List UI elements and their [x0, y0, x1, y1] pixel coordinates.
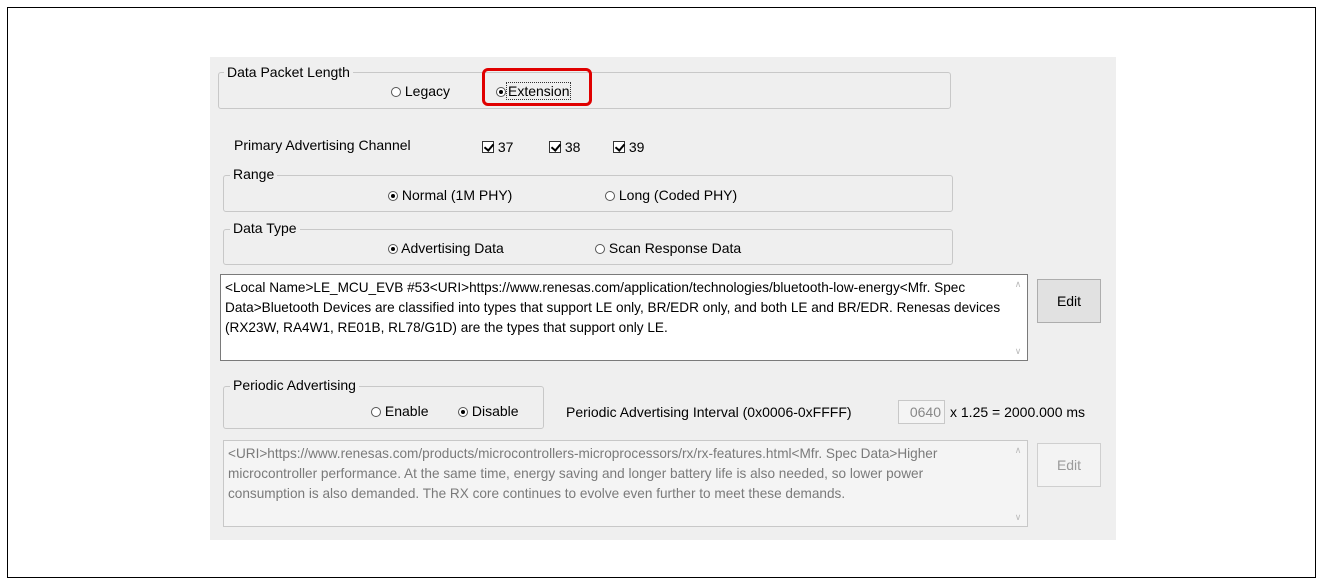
periodic-data-text: <URI>https://www.renesas.com/products/mi… — [228, 446, 938, 501]
scroll-up-icon[interactable]: ∧ — [1010, 278, 1026, 290]
scroll-down-icon[interactable]: ∨ — [1010, 345, 1026, 357]
radio-advertising-data-indicator[interactable] — [388, 244, 398, 254]
radio-enable-indicator[interactable] — [371, 407, 381, 417]
channel-38-check[interactable] — [549, 141, 561, 153]
channel-39-checkbox[interactable]: 39 — [613, 138, 644, 156]
periodic-advertising-legend: Periodic Advertising — [230, 377, 359, 393]
data-packet-length-legend: Data Packet Length — [224, 64, 353, 80]
radio-legacy[interactable]: Legacy — [391, 82, 450, 100]
advertising-data-textbox[interactable]: <Local Name>LE_MCU_EVB #53<URI>https://w… — [220, 274, 1028, 361]
data-type-group — [223, 229, 953, 265]
periodic-interval-result: x 1.25 = 2000.000 ms — [950, 404, 1086, 420]
range-legend: Range — [230, 166, 278, 182]
radio-normal-indicator[interactable] — [388, 191, 398, 201]
channel-37-check[interactable] — [482, 141, 494, 153]
scroll-up-icon[interactable]: ∧ — [1010, 444, 1026, 456]
advertising-data-text: <Local Name>LE_MCU_EVB #53<URI>https://w… — [225, 280, 1001, 335]
radio-scan-response-indicator[interactable] — [595, 244, 605, 254]
radio-long-indicator[interactable] — [605, 191, 615, 201]
radio-long-label: Long (Coded PHY) — [618, 187, 738, 203]
channel-38-checkbox[interactable]: 38 — [549, 138, 580, 156]
radio-advertising-data-label: Advertising Data — [401, 240, 504, 256]
primary-advertising-channel-label: Primary Advertising Channel — [234, 137, 411, 153]
range-group — [223, 175, 953, 212]
channel-38-label: 38 — [564, 139, 581, 155]
radio-scan-response-data[interactable]: Scan Response Data — [595, 239, 741, 257]
edit-button[interactable]: Edit — [1037, 279, 1101, 323]
radio-scan-response-label: Scan Response Data — [608, 240, 742, 256]
radio-long-coded-phy[interactable]: Long (Coded PHY) — [605, 186, 737, 204]
radio-disable-indicator[interactable] — [458, 407, 468, 417]
radio-legacy-indicator[interactable] — [391, 87, 401, 97]
radio-periodic-disable[interactable]: Disable — [458, 402, 519, 420]
radio-legacy-label: Legacy — [404, 83, 451, 99]
radio-periodic-enable[interactable]: Enable — [371, 402, 428, 420]
periodic-interval-input[interactable]: 0640 — [898, 400, 945, 424]
radio-disable-label: Disable — [471, 403, 519, 419]
channel-37-checkbox[interactable]: 37 — [482, 138, 513, 156]
channel-39-label: 39 — [628, 139, 645, 155]
radio-normal-1m-phy[interactable]: Normal (1M PHY) — [388, 186, 512, 204]
extension-highlight-box — [482, 68, 592, 106]
periodic-edit-button[interactable]: Edit — [1037, 443, 1101, 487]
periodic-data-textbox[interactable]: <URI>https://www.renesas.com/products/mi… — [223, 440, 1028, 527]
radio-advertising-data[interactable]: Advertising Data — [388, 239, 504, 257]
advertising-data-scrollbar[interactable]: ∧ ∨ — [1010, 276, 1026, 359]
channel-37-label: 37 — [497, 139, 514, 155]
data-type-legend: Data Type — [230, 220, 300, 236]
radio-enable-label: Enable — [384, 403, 429, 419]
scroll-down-icon[interactable]: ∨ — [1010, 511, 1026, 523]
periodic-interval-label: Periodic Advertising Interval (0x0006-0x… — [566, 404, 852, 420]
channel-39-check[interactable] — [613, 141, 625, 153]
periodic-data-scrollbar[interactable]: ∧ ∨ — [1010, 442, 1026, 525]
settings-panel: Data Packet Length Legacy Extension Prim… — [210, 57, 1116, 540]
radio-normal-label: Normal (1M PHY) — [401, 187, 513, 203]
